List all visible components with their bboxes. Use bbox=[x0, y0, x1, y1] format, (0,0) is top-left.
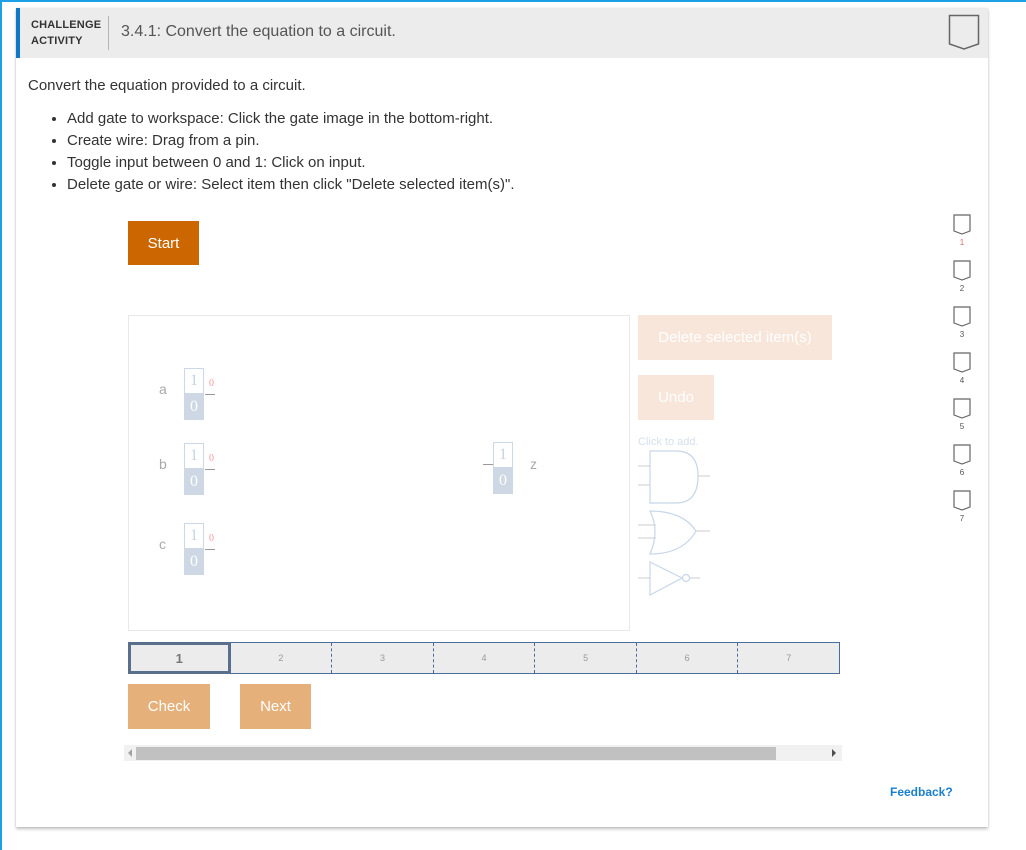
level-number: 5 bbox=[959, 422, 965, 431]
level-badge-icon bbox=[953, 352, 971, 373]
level-badge-icon bbox=[953, 214, 971, 235]
activity-type-label: CHALLENGE ACTIVITY bbox=[31, 17, 101, 49]
toggle-one[interactable]: 1 bbox=[184, 523, 204, 549]
level-number: 1 bbox=[959, 238, 965, 247]
header-divider bbox=[108, 16, 109, 50]
level-indicator-2[interactable]: 2 bbox=[938, 260, 986, 306]
scrollbar-thumb[interactable] bbox=[136, 747, 776, 760]
input-value-b: 0 bbox=[209, 453, 214, 464]
instruction-item: Add gate to workspace: Click the gate im… bbox=[67, 108, 515, 130]
level-number: 3 bbox=[959, 330, 965, 339]
level-badge-icon bbox=[953, 398, 971, 419]
undo-button[interactable]: Undo bbox=[638, 375, 714, 420]
level-badge-icon bbox=[953, 444, 971, 465]
output-zero: 0 bbox=[493, 468, 513, 494]
instruction-item: Create wire: Drag from a pin. bbox=[67, 130, 515, 152]
not-gate-icon[interactable] bbox=[638, 559, 713, 604]
level-number: 7 bbox=[959, 514, 965, 523]
progress-step-2: 2 bbox=[229, 643, 332, 673]
level-indicator-6[interactable]: 6 bbox=[938, 444, 986, 490]
start-button[interactable]: Start bbox=[128, 221, 199, 265]
input-label-b: b bbox=[159, 456, 167, 472]
input-toggle-a[interactable]: 1 0 bbox=[184, 368, 204, 420]
activity-type-line2: ACTIVITY bbox=[31, 35, 83, 47]
input-label-c: c bbox=[159, 536, 166, 552]
next-button[interactable]: Next bbox=[240, 684, 311, 729]
or-gate-icon[interactable] bbox=[638, 508, 713, 563]
level-indicator-3[interactable]: 3 bbox=[938, 306, 986, 352]
intro-text: Convert the equation provided to a circu… bbox=[28, 77, 306, 94]
level-badge-icon bbox=[953, 260, 971, 281]
and-gate-icon[interactable] bbox=[638, 448, 713, 513]
check-button[interactable]: Check bbox=[128, 684, 210, 729]
input-pin-c[interactable] bbox=[205, 549, 215, 550]
input-toggle-b[interactable]: 1 0 bbox=[184, 443, 204, 495]
progress-step-1: 1 bbox=[128, 642, 231, 674]
output-pin-z[interactable] bbox=[483, 464, 493, 465]
output-label-z: z bbox=[530, 456, 537, 472]
input-toggle-c[interactable]: 1 0 bbox=[184, 523, 204, 575]
output-one: 1 bbox=[493, 442, 513, 468]
input-pin-a[interactable] bbox=[205, 394, 215, 395]
instruction-item: Toggle input between 0 and 1: Click on i… bbox=[67, 152, 515, 174]
output-display-z: 1 0 bbox=[493, 442, 513, 494]
activity-title: 3.4.1: Convert the equation to a circuit… bbox=[121, 23, 396, 40]
scroll-left-arrow-icon[interactable] bbox=[128, 749, 132, 757]
feedback-link[interactable]: Feedback? bbox=[890, 785, 953, 799]
progress-step-4: 4 bbox=[432, 643, 535, 673]
input-value-a: 0 bbox=[209, 378, 214, 389]
instructions-list: Add gate to workspace: Click the gate im… bbox=[28, 108, 515, 196]
toggle-zero[interactable]: 0 bbox=[184, 469, 204, 495]
toggle-zero[interactable]: 0 bbox=[184, 549, 204, 575]
input-pin-b[interactable] bbox=[205, 469, 215, 470]
activity-type-line1: CHALLENGE bbox=[31, 19, 102, 31]
instruction-item: Delete gate or wire: Select item then cl… bbox=[67, 174, 515, 196]
circuit-workspace[interactable]: a 1 0 0 b 1 0 0 c 1 0 0 1 0 z bbox=[128, 315, 630, 631]
progress-step-6: 6 bbox=[635, 643, 738, 673]
toggle-zero[interactable]: 0 bbox=[184, 394, 204, 420]
level-indicator-1[interactable]: 1 bbox=[938, 214, 986, 260]
level-number: 4 bbox=[959, 376, 965, 385]
level-number: 6 bbox=[959, 468, 965, 477]
level-indicator-4[interactable]: 4 bbox=[938, 352, 986, 398]
step-progress-bar: 1 2 3 4 5 6 7 bbox=[128, 642, 840, 674]
scroll-right-arrow-icon[interactable] bbox=[832, 749, 836, 757]
horizontal-scrollbar[interactable] bbox=[124, 745, 842, 761]
level-indicator-5[interactable]: 5 bbox=[938, 398, 986, 444]
progress-step-7: 7 bbox=[737, 643, 839, 673]
level-number: 2 bbox=[959, 284, 965, 293]
click-to-add-label: Click to add. bbox=[638, 436, 699, 448]
level-indicator-7[interactable]: 7 bbox=[938, 490, 986, 536]
progress-step-5: 5 bbox=[534, 643, 636, 673]
challenge-activity-card: CHALLENGE ACTIVITY 3.4.1: Convert the eq… bbox=[16, 8, 988, 827]
input-label-a: a bbox=[159, 381, 167, 397]
activity-header: CHALLENGE ACTIVITY 3.4.1: Convert the eq… bbox=[16, 8, 988, 58]
level-badge-icon bbox=[953, 306, 971, 327]
level-badge-icon bbox=[953, 490, 971, 511]
toggle-one[interactable]: 1 bbox=[184, 368, 204, 394]
completion-badge-icon bbox=[948, 14, 980, 57]
input-value-c: 0 bbox=[209, 533, 214, 544]
progress-step-3: 3 bbox=[331, 643, 433, 673]
delete-selected-button[interactable]: Delete selected item(s) bbox=[638, 315, 832, 360]
toggle-one[interactable]: 1 bbox=[184, 443, 204, 469]
